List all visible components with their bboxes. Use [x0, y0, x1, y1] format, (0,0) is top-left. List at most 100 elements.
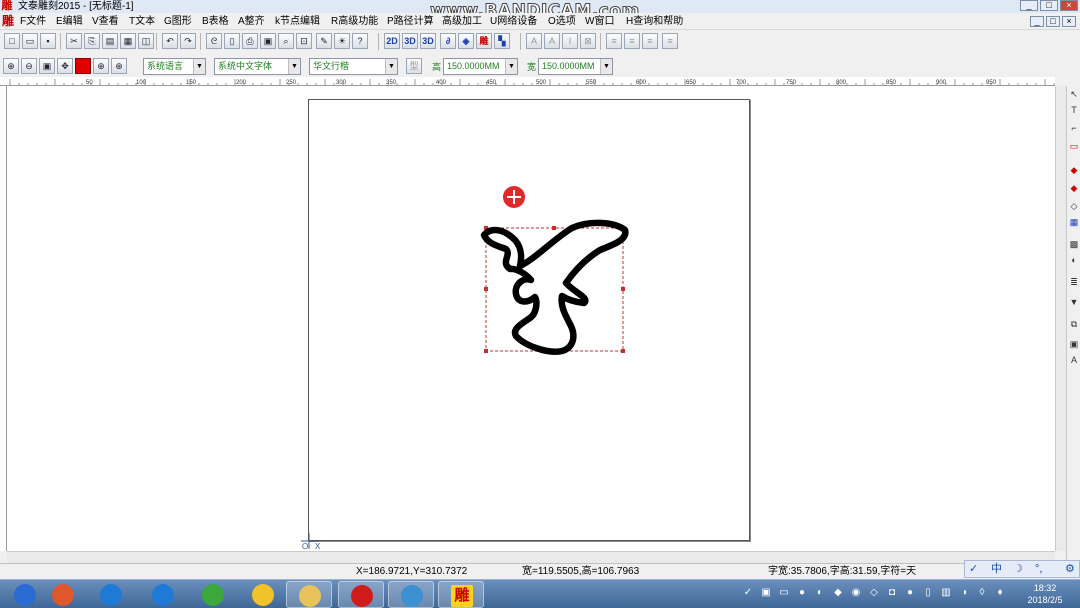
paste-icon[interactable]: ▤	[102, 33, 118, 49]
align-right-icon[interactable]: ≡	[642, 33, 658, 49]
width-input[interactable]: 150.0000MM ▼	[538, 58, 613, 75]
2d-icon[interactable]: 2D	[384, 33, 400, 49]
text-tool-icon[interactable]: T	[1068, 104, 1080, 116]
find-icon[interactable]: ⌕	[278, 33, 294, 49]
ime-settings-icon[interactable]: ⚙	[1065, 562, 1075, 577]
height-input[interactable]: 150.0000MM ▼	[443, 58, 518, 75]
copy-icon[interactable]: ⎘	[84, 33, 100, 49]
vertical-scrollbar[interactable]	[1055, 86, 1066, 551]
menu-advanced-process[interactable]: 高级加工	[442, 14, 482, 29]
menu-advanced[interactable]: R高级功能	[331, 14, 378, 29]
disabled-tool-icon[interactable]: ◫	[138, 33, 154, 49]
tray-icon[interactable]: ●	[796, 587, 808, 599]
task-file-explorer[interactable]	[286, 581, 332, 608]
gradient-tool-icon[interactable]: ◆	[1068, 182, 1080, 194]
align-center-icon[interactable]: ≡	[624, 33, 640, 49]
tray-icon[interactable]: ✓	[742, 587, 754, 599]
color-swatch-icon[interactable]	[75, 58, 91, 74]
horizontal-scrollbar[interactable]	[7, 551, 1055, 563]
doc-minimize-button[interactable]: _	[1030, 16, 1044, 27]
zoom-in-icon[interactable]: ⊕	[3, 58, 19, 74]
tray-icon[interactable]: ●	[904, 587, 916, 599]
zoom-select-icon[interactable]: ⊕	[111, 58, 127, 74]
menu-path-calc[interactable]: P路径计算	[387, 14, 434, 29]
menu-node-edit[interactable]: k节点编辑	[275, 14, 320, 29]
menu-view[interactable]: V查看	[92, 14, 119, 29]
pan-icon[interactable]: ✥	[57, 58, 73, 74]
new-file-icon[interactable]: □	[4, 33, 20, 49]
tray-icon[interactable]: ♦	[994, 587, 1006, 599]
italic-icon[interactable]: I	[562, 33, 578, 49]
tray-icon[interactable]: ◐	[814, 587, 826, 599]
tray-icon[interactable]: ▥	[940, 587, 952, 599]
3d-view-icon[interactable]: 3D	[420, 33, 436, 49]
task-ie-browser[interactable]	[88, 581, 134, 608]
fill-tool-icon[interactable]: ◆	[1068, 164, 1080, 176]
minimize-button[interactable]: _	[1020, 0, 1038, 11]
text-box-icon[interactable]: ⊠	[580, 33, 596, 49]
system-clock[interactable]: 18:32 2018/2/5	[1018, 582, 1072, 606]
stamp-tool-icon[interactable]: ▼	[1068, 296, 1080, 308]
scanner-icon[interactable]: ▣	[260, 33, 276, 49]
bulb-icon[interactable]: ☀	[334, 33, 350, 49]
print-preview-icon[interactable]: ▦	[120, 33, 136, 49]
task-recorder[interactable]	[338, 581, 384, 608]
menu-options[interactable]: O选项	[548, 14, 576, 29]
task-qq-music[interactable]	[240, 581, 286, 608]
rectangle-tool-icon[interactable]: ▭	[1068, 140, 1080, 152]
ime-chinese-mode[interactable]: 中	[991, 562, 1002, 577]
ime-toggle-icon[interactable]: ✓	[969, 562, 978, 577]
menu-file[interactable]: F文件	[20, 14, 46, 29]
language-select[interactable]: 系统语言 ▼	[143, 58, 206, 75]
doc-close-button[interactable]: ×	[1062, 16, 1076, 27]
node-tool-icon[interactable]: ⌐	[1068, 122, 1080, 134]
zoom-fit-icon[interactable]: ⊕	[93, 58, 109, 74]
tray-icon[interactable]: ◉	[850, 587, 862, 599]
menu-network-device[interactable]: U网络设备	[490, 14, 537, 29]
tray-icon[interactable]: ◑	[958, 587, 970, 599]
menu-table[interactable]: B表格	[202, 14, 229, 29]
pen-icon[interactable]: ✎	[316, 33, 332, 49]
tray-icon[interactable]: ◊	[976, 587, 988, 599]
menu-text[interactable]: T文本	[129, 14, 155, 29]
engrave-icon[interactable]: ∂	[440, 33, 456, 49]
color-grid-tool-icon[interactable]: ▩	[1068, 238, 1080, 250]
design-page[interactable]	[308, 99, 750, 541]
tray-icon[interactable]: ◆	[832, 587, 844, 599]
diamond-icon[interactable]: ◈	[458, 33, 474, 49]
ime-toolbar[interactable]: ✓ 中 ☽ °, ⚙	[964, 560, 1080, 578]
task-wentai-engrave[interactable]: 雕	[438, 581, 484, 608]
color-grid-icon[interactable]: ▚	[494, 33, 510, 49]
carve-icon[interactable]: 雕	[476, 33, 492, 49]
list-tool-icon[interactable]: ≣	[1068, 276, 1080, 288]
tray-icon[interactable]: ▣	[760, 587, 772, 599]
copy-tool-icon[interactable]: ⧉	[1068, 318, 1080, 330]
style-select[interactable]: 华文行楷 ▼	[309, 58, 398, 75]
save-icon[interactable]: ▪	[40, 33, 56, 49]
help-icon[interactable]: ?	[352, 33, 368, 49]
tray-icon[interactable]: ◘	[886, 587, 898, 599]
text-path-tool-icon[interactable]: A	[1068, 354, 1080, 366]
menu-graphics[interactable]: G图形	[164, 14, 192, 29]
redo-icon[interactable]: ↷	[180, 33, 196, 49]
table-tool-icon[interactable]: ▦	[1068, 216, 1080, 228]
align-left-icon[interactable]: ≡	[606, 33, 622, 49]
tray-icon[interactable]: ▯	[922, 587, 934, 599]
page-tool-icon[interactable]: ▯	[224, 33, 240, 49]
menu-edit[interactable]: E编辑	[56, 14, 83, 29]
cut-icon[interactable]: ✂	[66, 33, 82, 49]
shapes-tool-icon[interactable]: ◇	[1068, 200, 1080, 212]
printer-icon[interactable]: ⎙	[242, 33, 258, 49]
font-select[interactable]: 系统中文字体 ▼	[214, 58, 301, 75]
type-icon[interactable]: 型	[406, 58, 422, 74]
map-tool-icon[interactable]: ◐	[1068, 254, 1080, 266]
frame-icon[interactable]: ⊡	[296, 33, 312, 49]
selection-arrow-icon[interactable]: ↖	[1068, 88, 1080, 100]
menu-align[interactable]: A整齐	[238, 14, 265, 29]
task-ie-browser-2[interactable]	[140, 581, 186, 608]
path-tool-icon[interactable]: ᘓ	[206, 33, 222, 49]
menu-window[interactable]: W窗口	[585, 14, 614, 29]
close-button[interactable]: ×	[1060, 0, 1078, 11]
zoom-page-icon[interactable]: ▣	[39, 58, 55, 74]
maximize-button[interactable]: □	[1040, 0, 1058, 11]
